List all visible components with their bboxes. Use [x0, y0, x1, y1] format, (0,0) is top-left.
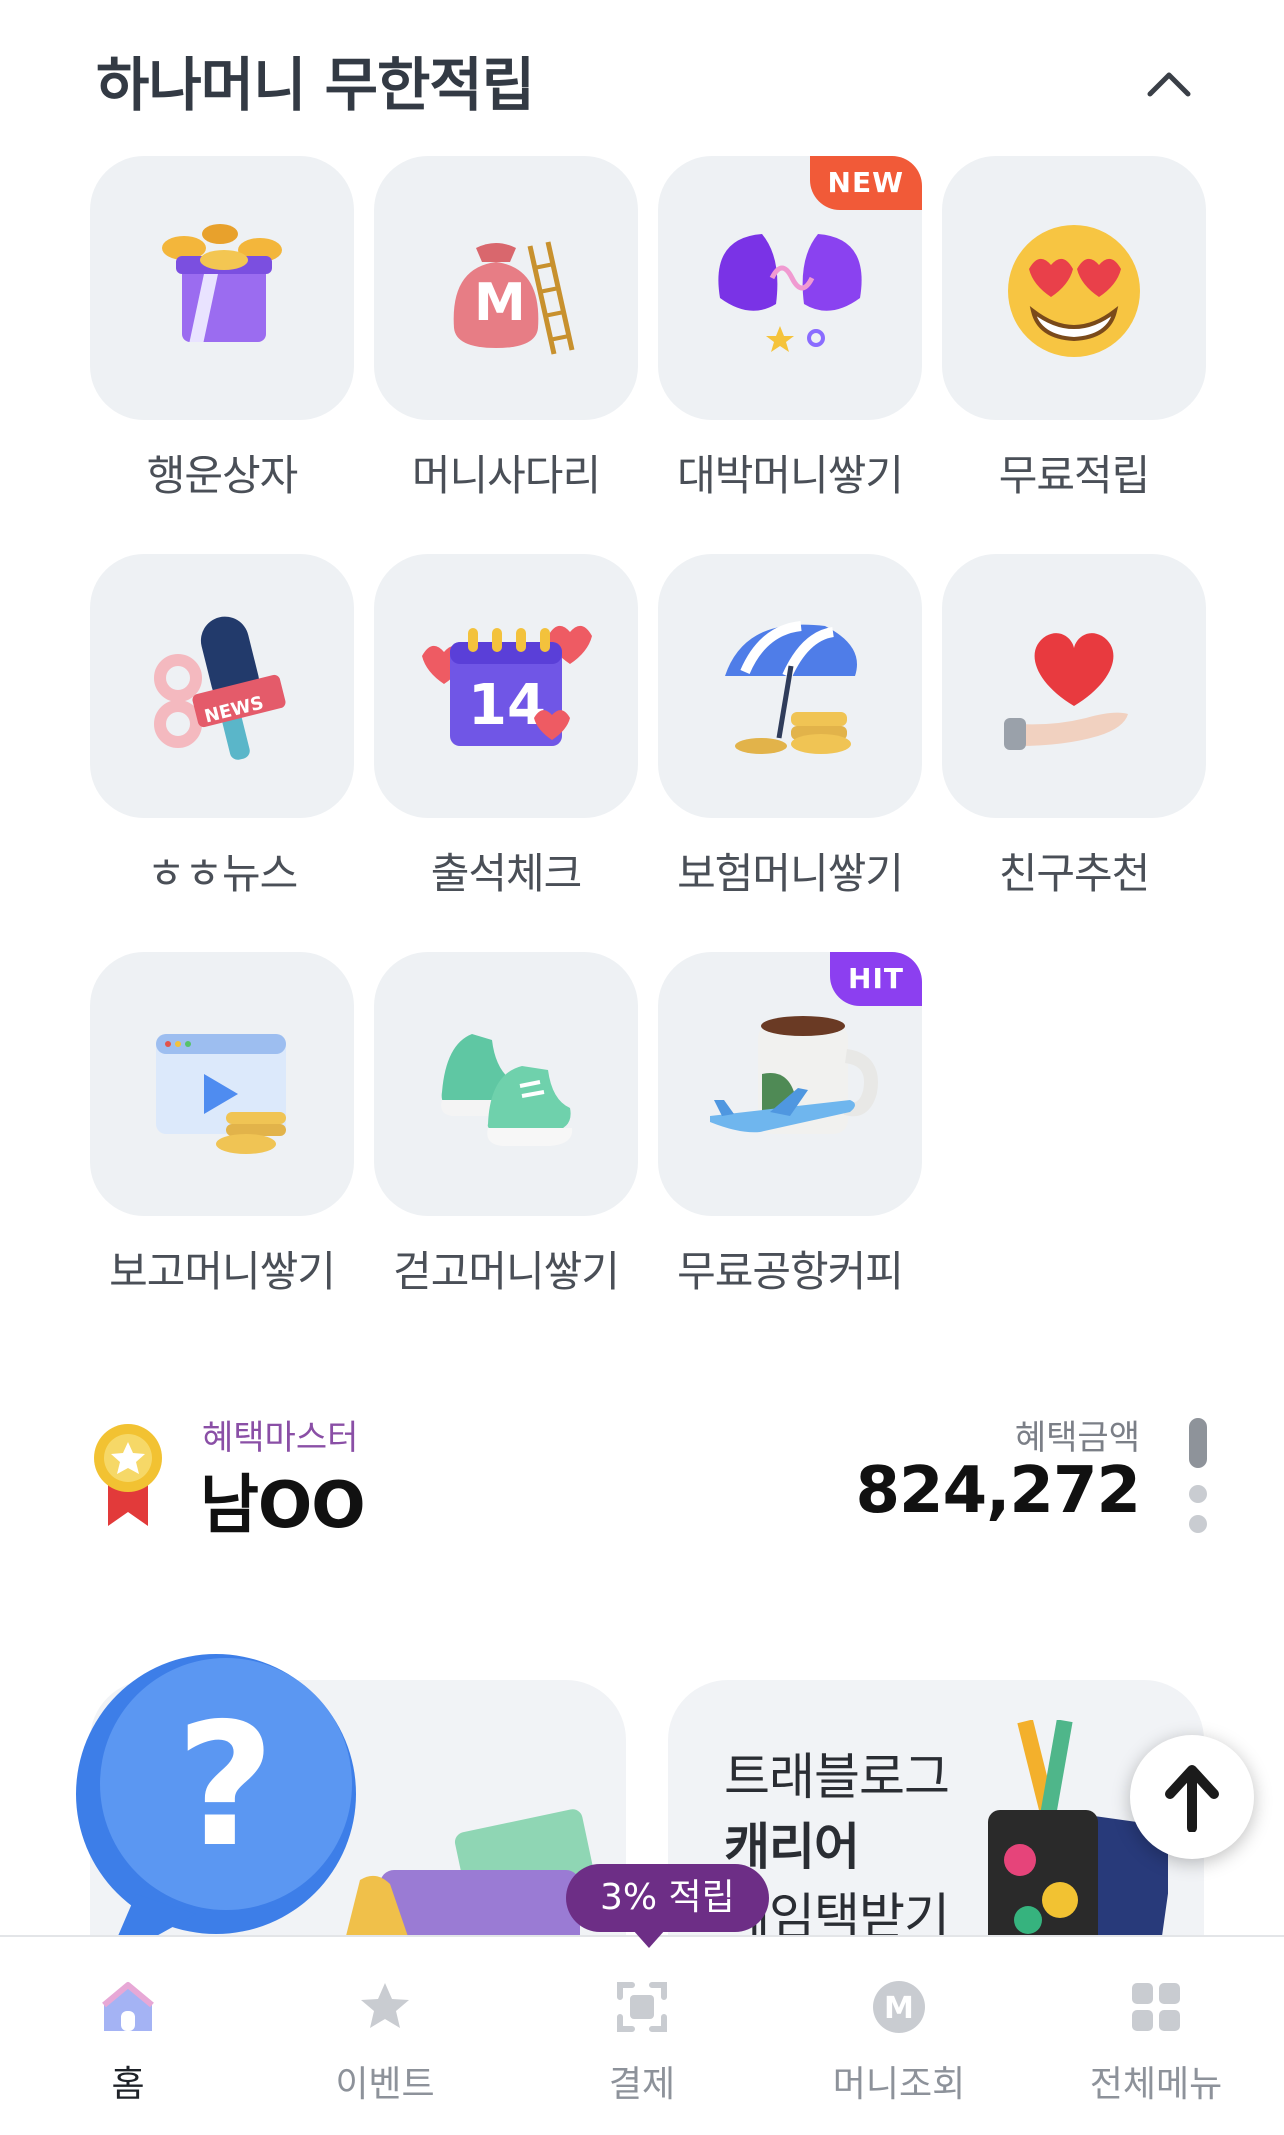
chevron-up-icon[interactable]	[1142, 58, 1196, 112]
gift-box-icon	[162, 224, 282, 342]
svg-text:M: M	[884, 1991, 914, 2026]
tile-news[interactable]: NEWS ㅎㅎ뉴스	[90, 554, 354, 901]
luggage-tag-icon	[988, 1720, 1168, 1940]
vertical-pager-icon[interactable]	[1186, 1418, 1210, 1538]
home-icon	[102, 1982, 154, 2031]
tile-label: 보고머니쌓기	[109, 1247, 336, 1296]
tile-icon-box: HIT	[658, 952, 922, 1216]
sneakers-icon	[441, 1034, 573, 1146]
amount-caption: 혜택금액	[1014, 1418, 1140, 1458]
tile-label: 대박머니쌓기	[677, 451, 904, 500]
tile-insurance-money[interactable]: 보험머니쌓기	[658, 554, 922, 901]
tile-icon-box	[90, 952, 354, 1216]
question-bubble-icon: ?	[76, 1654, 356, 1964]
umbrella-coins-icon	[725, 621, 857, 754]
tile-icon-box	[374, 952, 638, 1216]
tab-all-menu[interactable]: 전체메뉴	[1028, 1937, 1284, 2135]
bottom-tab-bar: 홈 이벤트 결제 M 머니조회 전체메뉴	[0, 1935, 1284, 2135]
tile-walk-money[interactable]: 걷고머니쌓기	[374, 952, 638, 1299]
master-name: 남OO	[200, 1469, 366, 1543]
tab-label: 전체메뉴	[1089, 2064, 1223, 2105]
benefit-master[interactable]: 혜택마스터 남OO 혜택금액 824,272	[90, 1410, 1210, 1560]
money-m-icon: M	[873, 1981, 925, 2033]
tile-attendance[interactable]: 14 출석체크	[374, 554, 638, 901]
tab-money-inquiry[interactable]: M 머니조회	[771, 1937, 1027, 2135]
tile-label: 친구추천	[998, 849, 1151, 898]
arrow-up-icon	[1165, 1765, 1219, 1832]
coffee-airplane-icon	[710, 1016, 878, 1134]
tile-watch-money[interactable]: 보고머니쌓기	[90, 952, 354, 1299]
master-caption: 혜택마스터	[202, 1418, 359, 1458]
money-bag-ladder-icon: M	[453, 241, 575, 355]
calendar-14-icon: 14	[422, 625, 592, 746]
tile-label: 무료공항커피	[677, 1247, 904, 1296]
svg-text:M: M	[474, 273, 526, 333]
tile-label: ㅎㅎ뉴스	[146, 849, 299, 898]
tab-event[interactable]: 이벤트	[257, 1937, 513, 2135]
purple-egg-icon	[718, 234, 862, 352]
tab-label: 머니조회	[832, 2064, 966, 2105]
tile-icon-box	[942, 554, 1206, 818]
section-title: 하나머니 무한적립	[96, 51, 535, 119]
tab-payment[interactable]: 결제	[514, 1937, 770, 2135]
tile-icon-box	[90, 156, 354, 420]
tile-icon-box	[658, 554, 922, 818]
star-icon	[361, 1983, 409, 2028]
tile-label: 걷고머니쌓기	[393, 1247, 620, 1296]
medal-icon	[94, 1424, 162, 1526]
section-header: 하나머니 무한적립	[96, 40, 1196, 130]
tab-label: 이벤트	[335, 2064, 435, 2105]
news-microphone-icon: NEWS	[154, 616, 286, 760]
hit-badge: HIT	[830, 952, 922, 1006]
tab-label: 결제	[608, 2064, 676, 2105]
tab-home[interactable]: 홈	[0, 1937, 256, 2135]
tile-friend-referral[interactable]: 친구추천	[942, 554, 1206, 901]
tile-label: 출석체크	[430, 849, 583, 898]
tile-icon-box: NEWS	[90, 554, 354, 818]
tile-money-ladder[interactable]: M 머니사다리	[374, 156, 638, 503]
tooltip-tail	[633, 1930, 665, 1948]
tile-free-airport-coffee[interactable]: HIT 무료공항커피	[658, 952, 922, 1299]
amount-value: 824,272	[855, 1454, 1141, 1528]
tile-jackpot-money[interactable]: NEW 대박머니쌓기	[658, 156, 922, 503]
tile-icon-box	[942, 156, 1206, 420]
heart-hand-icon	[1004, 633, 1128, 750]
tile-free-points[interactable]: 무료적립	[942, 156, 1206, 503]
tile-lucky-box[interactable]: 행운상자	[90, 156, 354, 503]
tile-icon-box: NEW	[658, 156, 922, 420]
tile-icon-box: 14	[374, 554, 638, 818]
tile-label: 무료적립	[998, 451, 1151, 500]
banner-line-2: 캐리어	[724, 1818, 860, 1876]
tile-label: 행운상자	[146, 451, 299, 500]
banner-line-1: 트래블로그	[724, 1748, 950, 1806]
svg-text:?: ?	[176, 1687, 275, 1885]
payment-tooltip: 3% 적립	[566, 1864, 769, 1932]
scroll-to-top-button[interactable]	[1130, 1735, 1254, 1859]
tile-label: 보험머니쌓기	[677, 849, 904, 898]
video-coins-icon	[156, 1034, 286, 1154]
tile-icon-box: M	[374, 156, 638, 420]
svg-text:14: 14	[468, 673, 546, 738]
grid-menu-icon	[1132, 1983, 1180, 2031]
scan-icon	[617, 1982, 667, 2032]
new-badge: NEW	[809, 156, 922, 210]
tab-label: 홈	[111, 2064, 145, 2105]
heart-eyes-emoji-icon	[1008, 225, 1140, 357]
tile-label: 머니사다리	[411, 451, 601, 500]
